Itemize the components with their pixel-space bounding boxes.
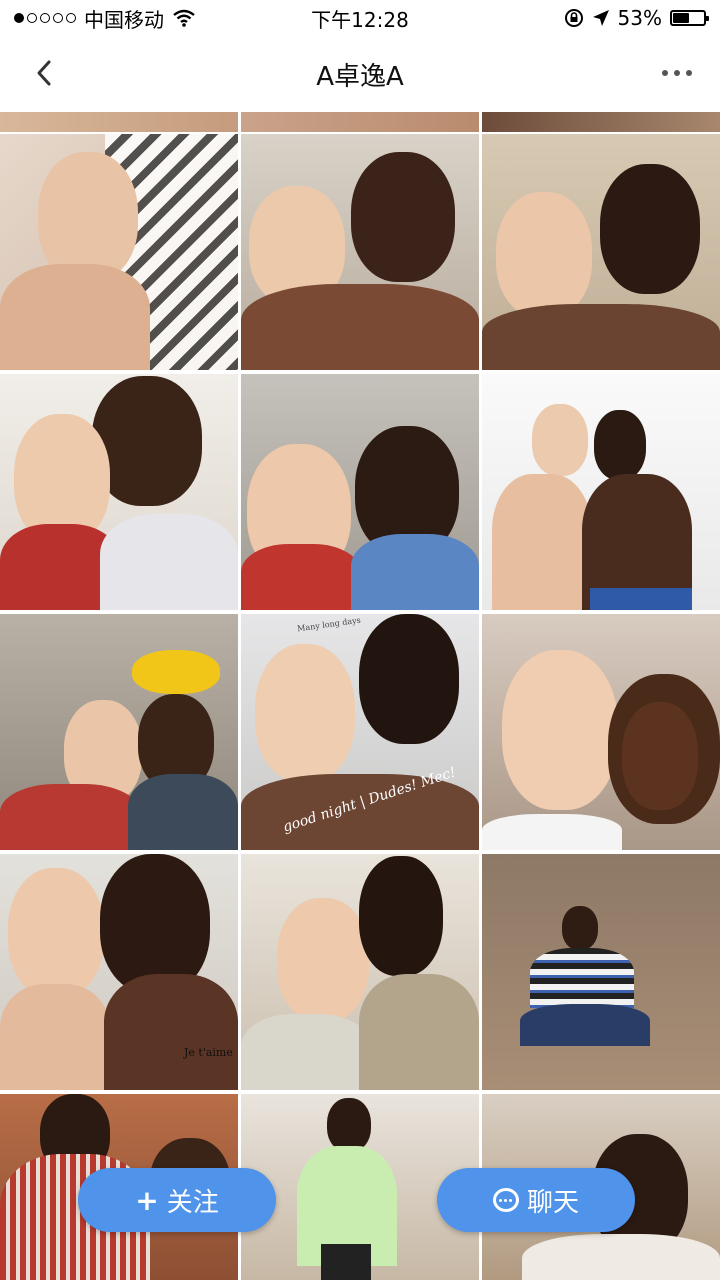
signal-dots-icon: [14, 13, 76, 23]
photo-tile[interactable]: [482, 854, 720, 1090]
photo-tile[interactable]: [482, 374, 720, 610]
battery-icon: [670, 10, 709, 26]
follow-button-label: 关注: [166, 1187, 219, 1218]
profile-photo-screen: 中国移动 下午12:28 53% A卓逸A good night | Dudes…: [0, 0, 720, 1280]
chat-button[interactable]: 聊天: [437, 1168, 635, 1232]
photo-tile[interactable]: [0, 614, 238, 850]
photo-tile[interactable]: [0, 112, 238, 132]
photo-grid: good night | Dudes! Mec! Many long days …: [0, 112, 720, 1280]
chat-bubble-icon: [492, 1188, 519, 1212]
status-bar-left: 中国移动: [14, 4, 196, 33]
photo-tile[interactable]: [482, 134, 720, 370]
photo-tile[interactable]: [241, 134, 479, 370]
battery-fill: [673, 13, 689, 23]
chat-button-label: 聊天: [526, 1187, 579, 1218]
plus-icon: +: [135, 1183, 159, 1217]
wifi-icon: [173, 9, 195, 27]
page-title: A卓逸A: [316, 61, 404, 92]
photo-tile[interactable]: [241, 112, 479, 132]
back-chevron-icon[interactable]: [30, 58, 60, 88]
photo-watermark: Je t'aime: [184, 1046, 233, 1059]
photo-tile[interactable]: Je t'aime: [0, 854, 238, 1090]
photo-tile[interactable]: [241, 374, 479, 610]
status-bar: 中国移动 下午12:28 53%: [0, 0, 720, 36]
more-dots-icon[interactable]: [662, 70, 692, 76]
carrier-name: 中国移动: [84, 7, 164, 32]
photo-tile[interactable]: [0, 134, 238, 370]
nav-bar: A卓逸A: [0, 36, 720, 112]
rotation-lock-icon: [564, 9, 583, 27]
photo-tile[interactable]: [241, 854, 479, 1090]
photo-tile[interactable]: [0, 374, 238, 610]
location-arrow-icon: [592, 10, 609, 26]
photo-tile[interactable]: [482, 112, 720, 132]
battery-percent: 53%: [617, 6, 662, 30]
follow-button[interactable]: + 关注: [78, 1168, 276, 1232]
photo-tile[interactable]: good night | Dudes! Mec! Many long days: [241, 614, 479, 850]
status-bar-right: 53%: [564, 6, 709, 30]
photo-tile[interactable]: [482, 614, 720, 850]
